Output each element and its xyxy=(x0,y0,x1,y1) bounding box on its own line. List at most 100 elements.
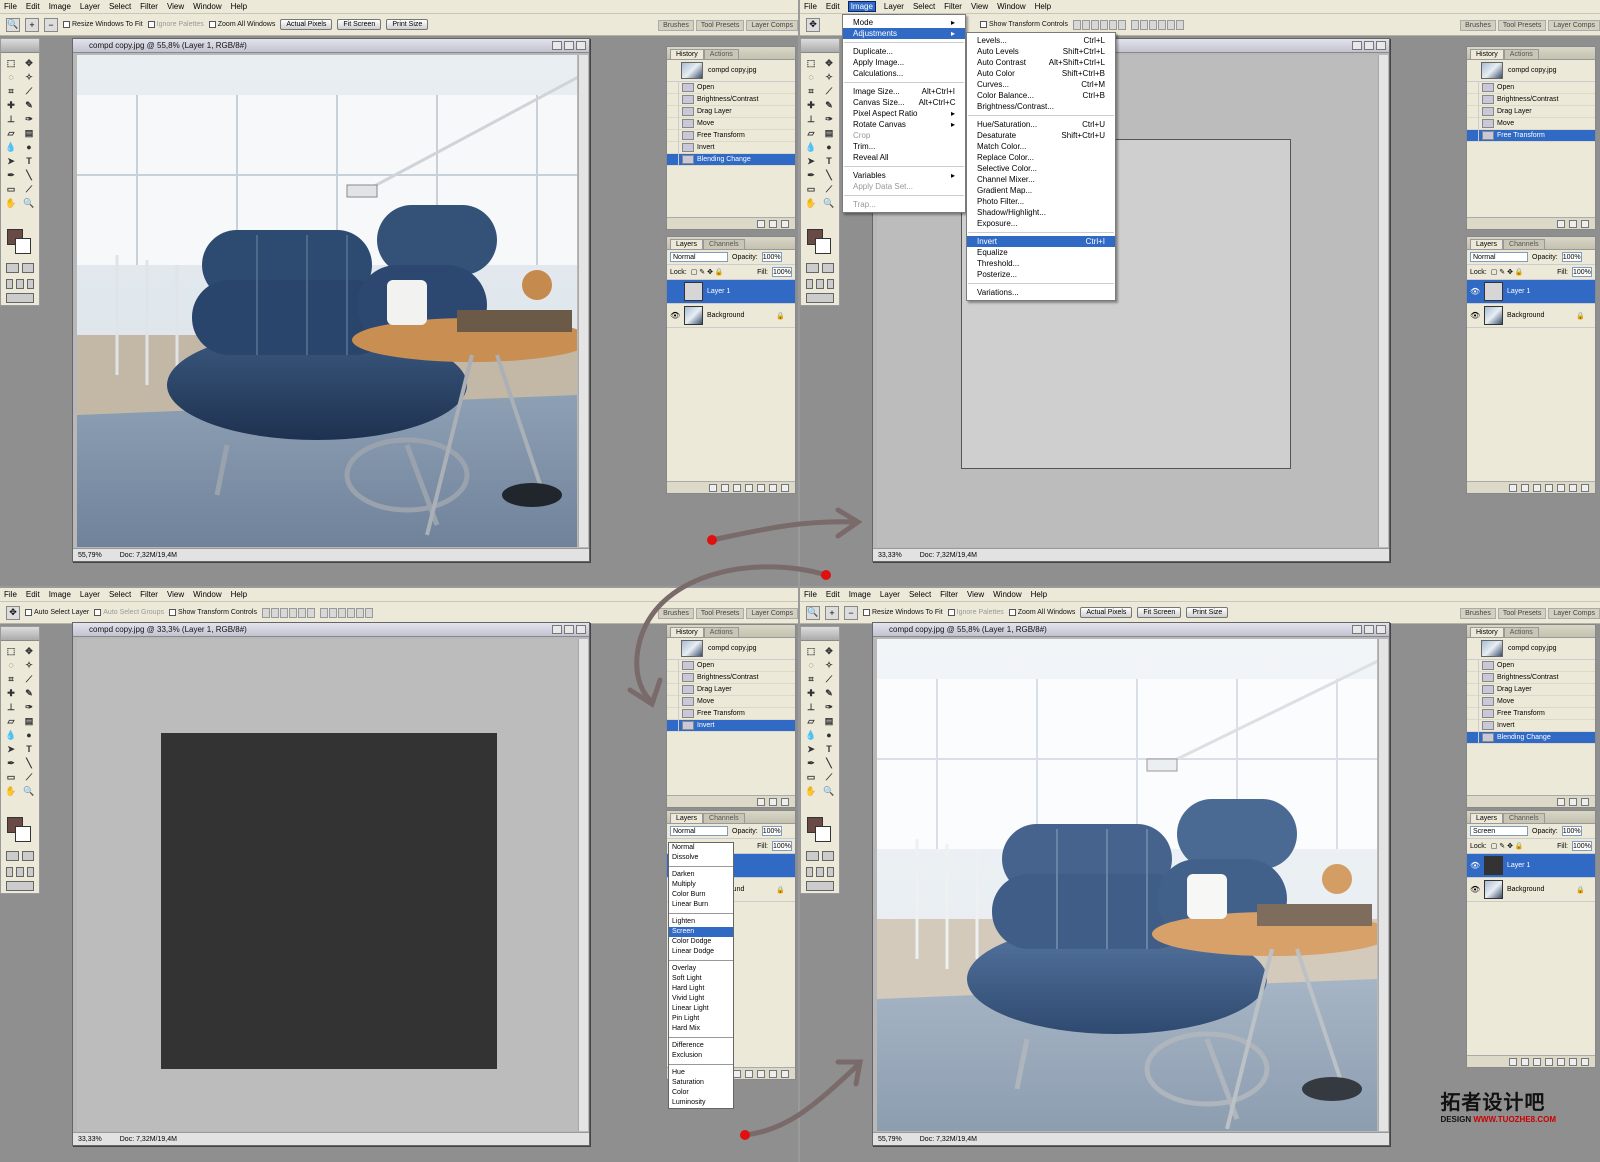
actual-pixels-button[interactable]: Actual Pixels xyxy=(280,19,333,30)
adjustments-menu-item[interactable]: Hue/Saturation... Ctrl+U xyxy=(967,119,1115,130)
adjustments-menu-item[interactable]: Levels... Ctrl+L xyxy=(967,35,1115,46)
close-icon[interactable] xyxy=(576,41,586,50)
zoom-level[interactable]: 55,79% xyxy=(78,552,102,559)
zoom-level[interactable]: 55,79% xyxy=(878,1136,902,1143)
imageready-button[interactable] xyxy=(6,881,34,891)
menu-filter[interactable]: Filter xyxy=(944,2,962,11)
blend-mode-select[interactable]: Normal xyxy=(670,252,728,262)
adjustments-menu-item[interactable]: Match Color... xyxy=(967,141,1115,152)
tab-layers[interactable]: Layers xyxy=(1470,239,1504,249)
slice-tool-icon[interactable]: ⟋ xyxy=(822,85,836,97)
adjustments-menu-item[interactable]: Auto Color Shift+Ctrl+B xyxy=(967,68,1115,79)
imageready-button[interactable] xyxy=(6,293,34,303)
screen-mode-buttons[interactable] xyxy=(6,867,34,877)
tab-tool-presets[interactable]: Tool Presets xyxy=(695,20,745,31)
auto-select-groups-checkbox[interactable]: Auto Select Groups xyxy=(94,609,164,616)
menu-image[interactable]: Image xyxy=(49,2,71,11)
resize-windows-checkbox[interactable]: Resize Windows To Fit xyxy=(863,609,943,616)
adjustments-menu-item[interactable]: Selective Color... xyxy=(967,163,1115,174)
notes-tool-icon[interactable]: ▭ xyxy=(4,771,18,783)
history-brush-icon[interactable]: ✑ xyxy=(822,701,836,713)
crop-tool-icon[interactable]: ⌗ xyxy=(804,85,818,97)
quickmask-buttons[interactable] xyxy=(806,851,834,861)
history-step[interactable]: Invert xyxy=(667,141,795,154)
adjustments-menu-item[interactable]: Color Balance... Ctrl+B xyxy=(967,90,1115,101)
align-buttons[interactable] xyxy=(261,607,315,618)
vertical-scrollbar[interactable] xyxy=(578,55,588,547)
blend-mode-select[interactable]: Normal xyxy=(1470,252,1528,262)
hand-tool-icon[interactable]: ✋ xyxy=(4,197,18,209)
fill-input[interactable]: 100% xyxy=(772,267,792,277)
hand-tool-icon[interactable]: ✋ xyxy=(804,197,818,209)
eraser-tool-icon[interactable]: ▱ xyxy=(804,715,818,727)
stamp-tool-icon[interactable]: ⊥ xyxy=(804,701,818,713)
dodge-tool-icon[interactable]: ● xyxy=(822,729,836,741)
menu-filter[interactable]: Filter xyxy=(140,2,158,11)
brush-tool-icon[interactable]: ✎ xyxy=(822,99,836,111)
path-select-icon[interactable]: ➤ xyxy=(804,155,818,167)
tab-actions[interactable]: Actions xyxy=(1503,49,1539,59)
history-step[interactable]: Move xyxy=(667,695,795,708)
slice-tool-icon[interactable]: ⟋ xyxy=(22,673,36,685)
background-color-swatch[interactable] xyxy=(15,826,31,842)
new-document-icon[interactable] xyxy=(757,219,765,228)
image-menu-item[interactable]: Apply Data Set... xyxy=(843,181,965,192)
adjustments-menu-item[interactable]: Invert Ctrl+I xyxy=(967,236,1115,247)
shape-tool-icon[interactable]: ╲ xyxy=(822,757,836,769)
adjustments-menu-item[interactable]: Auto Contrast Alt+Shift+Ctrl+L xyxy=(967,57,1115,68)
tab-layer-comps[interactable]: Layer Comps xyxy=(746,20,798,31)
mask-icon[interactable] xyxy=(1533,483,1541,492)
layer-row-background[interactable]: 👁Background🔒 xyxy=(667,304,795,328)
adjustment-icon[interactable] xyxy=(1545,1057,1553,1066)
maximize-icon[interactable] xyxy=(1364,625,1374,634)
blend-mode-option[interactable]: Lighten xyxy=(669,917,733,927)
menu-layer[interactable]: Layer xyxy=(80,2,100,11)
menu-image-open[interactable]: Image xyxy=(847,1,876,12)
move-tool-icon[interactable]: ✥ xyxy=(806,17,820,32)
auto-select-layer-checkbox[interactable]: Auto Select Layer xyxy=(25,609,89,616)
resize-windows-checkbox[interactable]: Resize Windows To Fit xyxy=(63,21,143,28)
magic-wand-icon[interactable]: ✧ xyxy=(822,71,836,83)
opacity-input[interactable]: 100% xyxy=(1561,826,1582,836)
slice-tool-icon[interactable]: ⟋ xyxy=(22,85,36,97)
blend-mode-option[interactable]: Hard Mix xyxy=(669,1024,733,1034)
menu-file[interactable]: File xyxy=(804,2,817,11)
notes-tool-icon[interactable]: ▭ xyxy=(804,771,818,783)
history-step[interactable]: Open xyxy=(1467,659,1595,672)
tab-layers[interactable]: Layers xyxy=(670,813,704,823)
new-layer-icon[interactable] xyxy=(1569,1057,1577,1066)
image-menu-item[interactable]: Calculations... xyxy=(843,68,965,79)
layer-row-layer1[interactable]: Layer 1 xyxy=(667,280,795,304)
layer-row-layer1[interactable]: 👁 Layer 1 xyxy=(1467,280,1595,304)
history-snapshot[interactable]: compd copy.jpg xyxy=(1467,638,1595,660)
imageready-button[interactable] xyxy=(806,881,834,891)
menu-edit[interactable]: Edit xyxy=(826,2,840,11)
close-icon[interactable] xyxy=(576,625,586,634)
mask-icon[interactable] xyxy=(733,1069,741,1078)
menu-edit[interactable]: Edit xyxy=(826,590,840,599)
vertical-scrollbar[interactable] xyxy=(1378,639,1388,1131)
hand-tool-icon[interactable]: ✋ xyxy=(4,785,18,797)
blend-mode-option[interactable]: Color Burn xyxy=(669,890,733,900)
adjustments-menu-item[interactable]: Posterize... xyxy=(967,269,1115,280)
tab-brushes[interactable]: Brushes xyxy=(658,20,694,31)
fill-input[interactable]: 100% xyxy=(1572,267,1592,277)
notes-tool-icon[interactable]: ▭ xyxy=(4,183,18,195)
menu-select[interactable]: Select xyxy=(109,2,131,11)
blur-tool-icon[interactable]: 💧 xyxy=(804,729,818,741)
zoom-level[interactable]: 33,33% xyxy=(878,552,902,559)
blend-mode-option[interactable]: Luminosity xyxy=(669,1098,733,1108)
background-color-swatch[interactable] xyxy=(815,238,831,254)
adjustments-menu-item[interactable]: Replace Color... xyxy=(967,152,1115,163)
blend-mode-option[interactable]: Hard Light xyxy=(669,984,733,994)
tab-layer-comps[interactable]: Layer Comps xyxy=(1548,20,1600,31)
history-step-selected[interactable]: Invert xyxy=(667,719,795,732)
blur-tool-icon[interactable]: 💧 xyxy=(804,141,818,153)
crop-tool-icon[interactable]: ⌗ xyxy=(4,673,18,685)
magic-wand-icon[interactable]: ✧ xyxy=(22,71,36,83)
trash-icon[interactable] xyxy=(781,797,789,806)
tab-tool-presets[interactable]: Tool Presets xyxy=(695,608,745,619)
blend-mode-option[interactable]: Dissolve xyxy=(669,853,733,863)
distribute-buttons[interactable] xyxy=(319,607,373,618)
menu-view[interactable]: View xyxy=(971,2,988,11)
